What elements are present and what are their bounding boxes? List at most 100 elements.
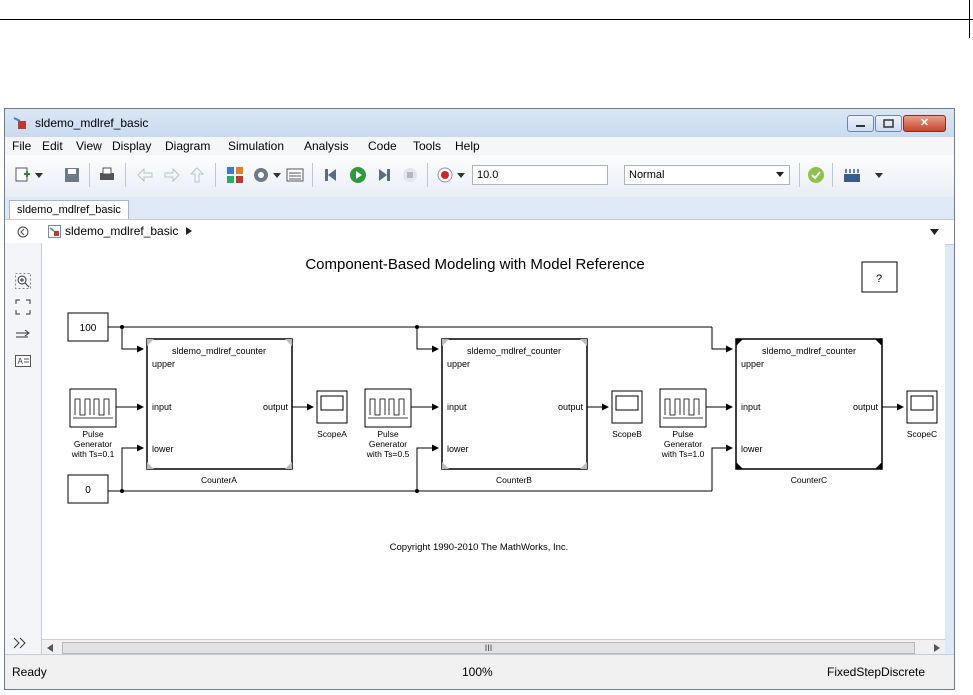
counter-a-model-name: sldemo_mdlref_counter xyxy=(172,346,266,356)
settings-dropdown-icon[interactable] xyxy=(273,173,281,178)
settings-gear-icon[interactable] xyxy=(252,166,270,184)
counter-b-port-upper: upper xyxy=(447,359,470,369)
scrollbar-thumb[interactable]: III xyxy=(62,642,915,654)
counter-c-port-lower: lower xyxy=(741,444,763,454)
tab-model[interactable]: sldemo_mdlref_basic xyxy=(9,200,129,219)
expand-palette-icon[interactable] xyxy=(13,637,27,649)
stop-icon[interactable] xyxy=(401,166,419,184)
zoom-in-icon[interactable] xyxy=(15,273,31,289)
scroll-left-icon[interactable] xyxy=(47,644,53,652)
counter-a-port-input: input xyxy=(152,402,172,412)
tab-strip: sldemo_mdlref_basic xyxy=(5,197,954,219)
signal-arrow-icon[interactable] xyxy=(15,327,31,343)
record-icon[interactable] xyxy=(436,166,454,184)
menu-analysis[interactable]: Analysis xyxy=(304,139,349,153)
counter-a-port-output: output xyxy=(263,402,289,412)
forward-arrow-icon[interactable] xyxy=(163,166,181,184)
simulink-window: sldemo_mdlref_basic ✕ File Edit View Dis… xyxy=(4,108,955,690)
print-icon[interactable] xyxy=(98,166,116,184)
menu-bar: File Edit View Display Diagram Simulatio… xyxy=(5,137,954,155)
menu-tools[interactable]: Tools xyxy=(413,139,441,153)
scope-a[interactable]: ScopeA xyxy=(316,390,348,439)
pulse-b-label-line3: with Ts=0.5 xyxy=(366,449,410,459)
fit-view-icon[interactable] xyxy=(15,299,31,315)
counter-a-port-lower: lower xyxy=(152,444,174,454)
breadcrumb[interactable]: sldemo_mdlref_basic xyxy=(65,224,192,238)
pulse-c-label-line1: Pulse xyxy=(672,429,694,439)
counter-b-port-input: input xyxy=(447,402,467,412)
close-icon: ✕ xyxy=(919,117,930,129)
run-icon[interactable] xyxy=(349,166,367,184)
counter-b-label: CounterB xyxy=(496,475,532,485)
outer-frame-top xyxy=(0,0,973,38)
counter-b-port-output: output xyxy=(558,402,584,412)
svg-text:A: A xyxy=(18,357,24,366)
breadcrumb-arrow-icon xyxy=(185,227,192,235)
annotation-icon[interactable]: A xyxy=(15,353,31,369)
scope-b-label: ScopeB xyxy=(612,429,642,439)
model-ref-counter-a[interactable]: sldemo_mdlref_counter upper input lower … xyxy=(146,338,293,485)
model-explorer-icon[interactable] xyxy=(286,166,304,184)
menu-diagram[interactable]: Diagram xyxy=(165,139,210,153)
model-canvas[interactable]: Component-Based Modeling with Model Refe… xyxy=(42,243,945,639)
step-back-icon[interactable] xyxy=(322,166,340,184)
build-dropdown-icon[interactable] xyxy=(875,173,883,178)
update-check-icon[interactable] xyxy=(807,166,825,184)
scope-a-label: ScopeA xyxy=(317,429,347,439)
maximize-icon xyxy=(883,119,894,128)
status-ready: Ready xyxy=(12,665,47,679)
scope-b[interactable]: ScopeB xyxy=(611,390,643,439)
menu-simulation[interactable]: Simulation xyxy=(228,139,284,153)
menu-help[interactable]: Help xyxy=(455,139,480,153)
step-forward-icon[interactable] xyxy=(375,166,393,184)
toolbar: 10.0 Normal xyxy=(5,155,954,198)
counter-c-port-input: input xyxy=(741,402,761,412)
new-model-icon[interactable] xyxy=(14,166,32,184)
left-palette: A xyxy=(5,243,42,655)
pulse-c-label-line2: Generator xyxy=(664,439,702,449)
scroll-right-icon[interactable] xyxy=(934,644,940,652)
maximize-button[interactable] xyxy=(875,115,902,132)
counter-c-model-name: sldemo_mdlref_counter xyxy=(762,346,856,356)
address-bar: sldemo_mdlref_basic xyxy=(5,219,954,245)
pulse-a-label-line2: Generator xyxy=(74,439,112,449)
scope-c[interactable]: ScopeC xyxy=(906,390,938,439)
constant-block-lower[interactable]: 0 xyxy=(67,474,109,504)
new-dropdown-icon[interactable] xyxy=(35,173,43,178)
library-browser-icon[interactable] xyxy=(226,166,244,184)
up-arrow-icon[interactable] xyxy=(188,166,206,184)
help-label: ? xyxy=(876,273,882,285)
save-icon[interactable] xyxy=(63,166,81,184)
stop-time-input[interactable]: 10.0 xyxy=(472,165,608,185)
pulse-generator-b[interactable]: Pulse Generator with Ts=0.5 xyxy=(364,388,412,459)
counter-c-label: CounterC xyxy=(791,475,827,485)
menu-edit[interactable]: Edit xyxy=(42,139,63,153)
counter-a-label: CounterA xyxy=(201,475,237,485)
pulse-a-label-line3: with Ts=0.1 xyxy=(71,449,115,459)
counter-b-port-lower: lower xyxy=(447,444,469,454)
menu-file[interactable]: File xyxy=(12,139,31,153)
pulse-c-label-line3: with Ts=1.0 xyxy=(661,449,705,459)
pulse-generator-c[interactable]: Pulse Generator with Ts=1.0 xyxy=(659,388,707,459)
record-dropdown-icon[interactable] xyxy=(457,173,465,178)
menu-view[interactable]: View xyxy=(76,139,102,153)
model-ref-counter-b[interactable]: sldemo_mdlref_counter upper input lower … xyxy=(441,338,588,485)
minimize-button[interactable] xyxy=(847,115,874,132)
simulation-mode-select[interactable]: Normal xyxy=(624,165,790,185)
back-arrow-icon[interactable] xyxy=(136,166,154,184)
build-icon[interactable] xyxy=(843,166,861,184)
hide-browser-icon[interactable] xyxy=(17,226,29,238)
pulse-b-label-line1: Pulse xyxy=(377,429,399,439)
address-dropdown-icon[interactable] xyxy=(930,229,939,235)
model-ref-counter-c[interactable]: sldemo_mdlref_counter upper input lower … xyxy=(735,338,883,485)
status-zoom: 100% xyxy=(462,665,493,679)
close-button[interactable]: ✕ xyxy=(903,115,946,132)
menu-code[interactable]: Code xyxy=(368,139,397,153)
model-icon xyxy=(48,225,61,238)
menu-display[interactable]: Display xyxy=(112,139,151,153)
help-block[interactable]: ? xyxy=(861,261,898,293)
pulse-a-label-line1: Pulse xyxy=(82,429,104,439)
constant-block-upper[interactable]: 100 xyxy=(67,312,109,342)
pulse-generator-a[interactable]: Pulse Generator with Ts=0.1 xyxy=(69,388,117,459)
block-diagram: Component-Based Modeling with Model Refe… xyxy=(67,256,938,553)
